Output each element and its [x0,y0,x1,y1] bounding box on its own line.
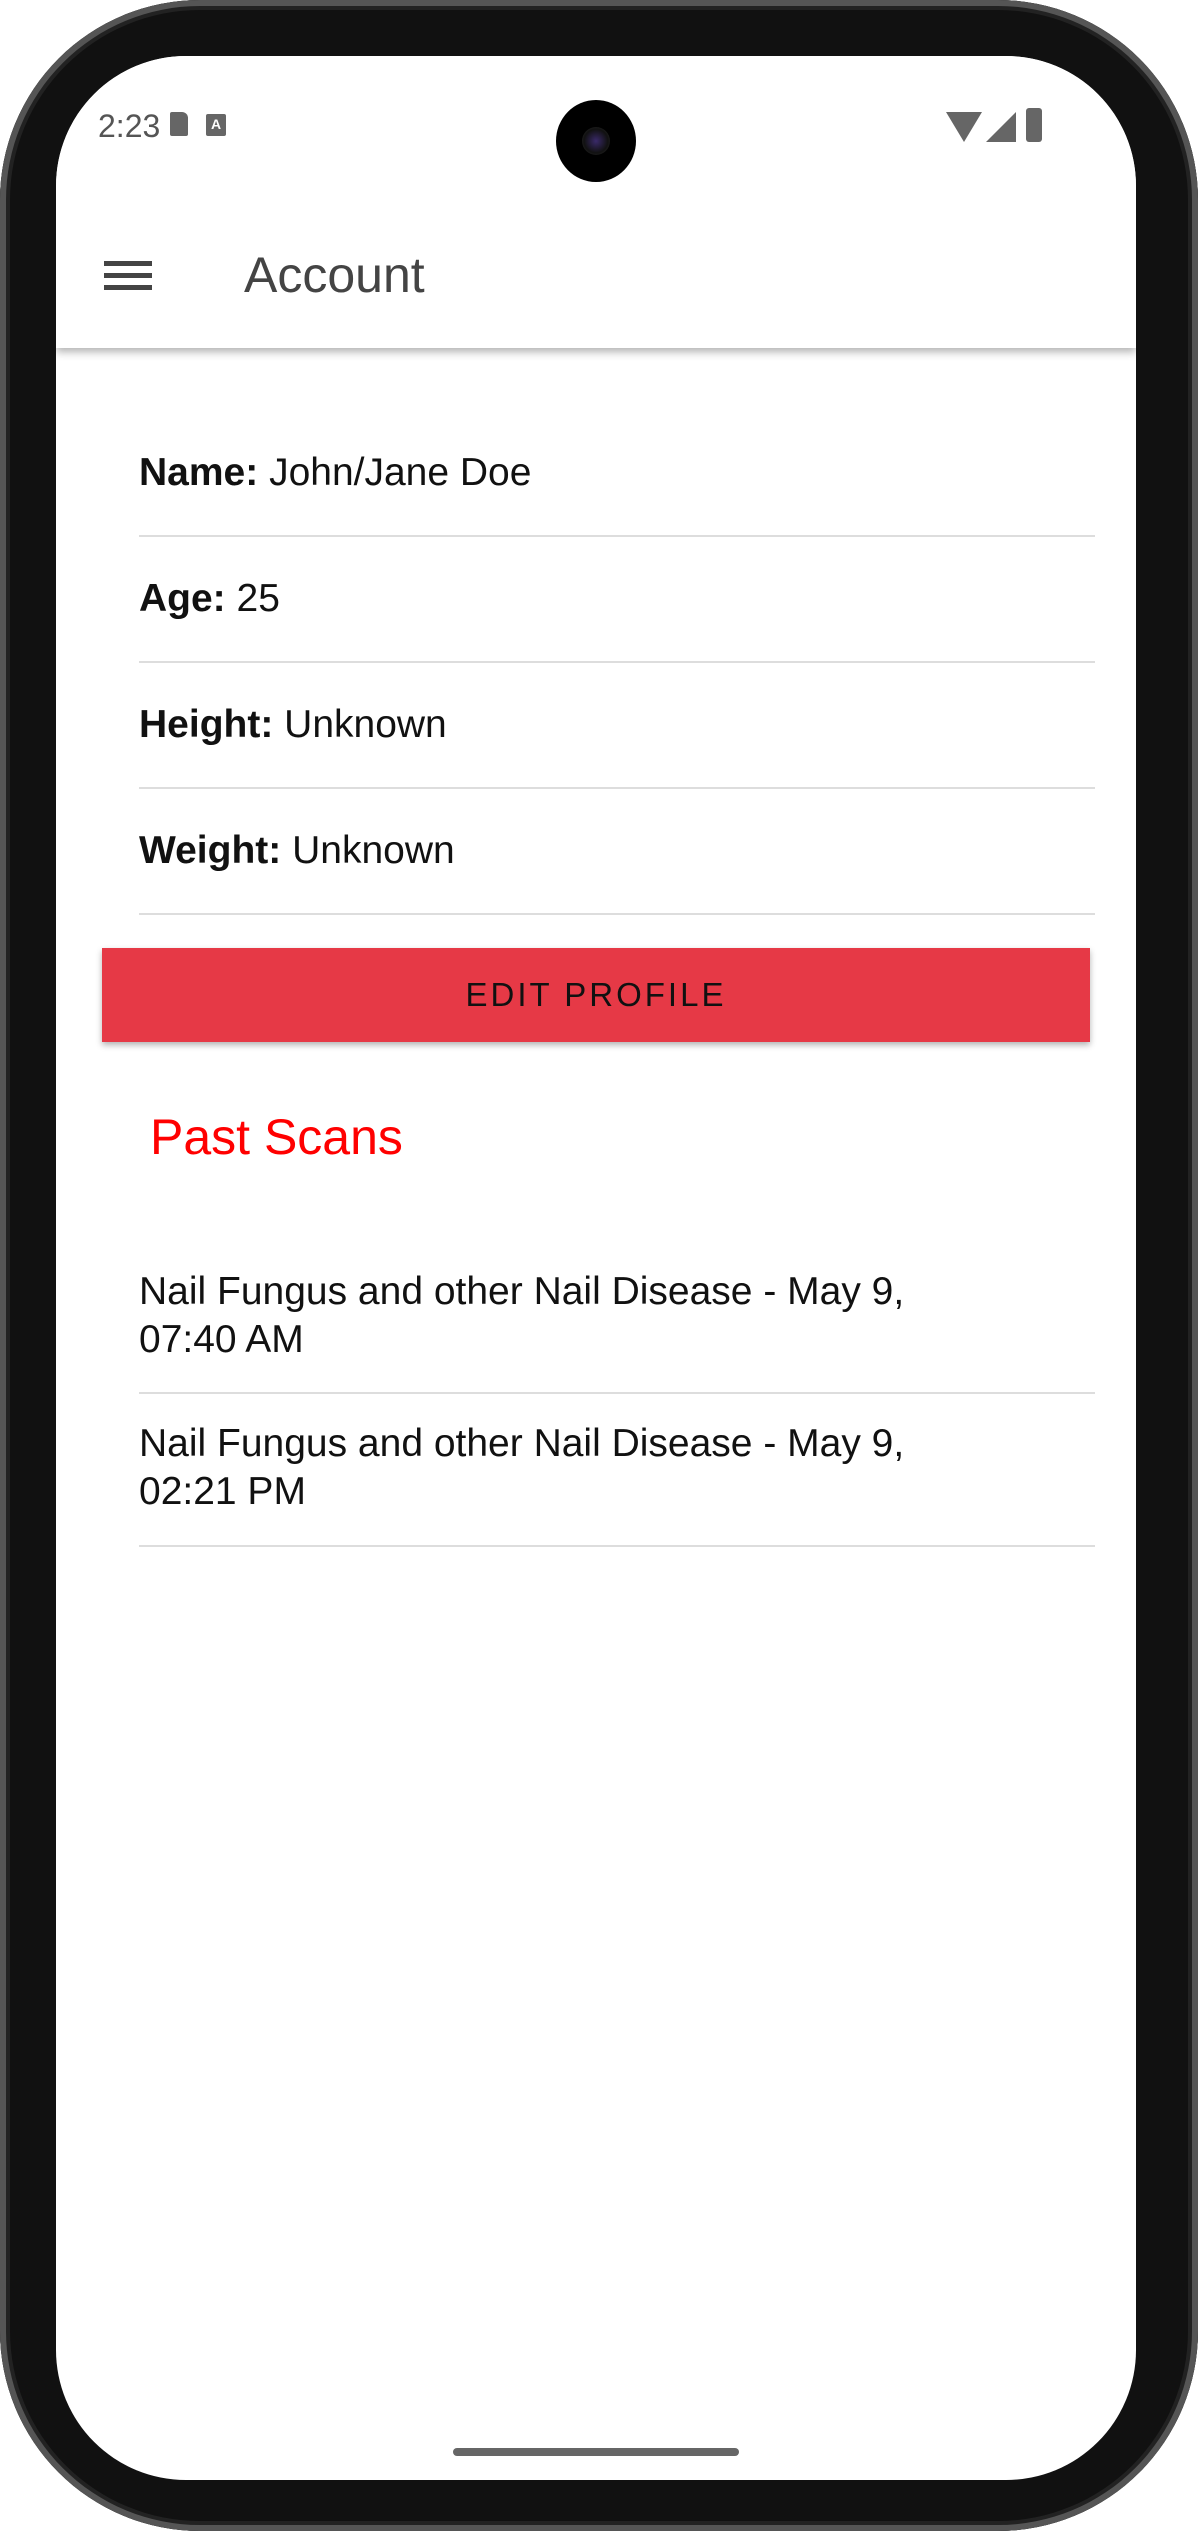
field-value: John/Jane Doe [269,451,532,494]
field-label: Height: [139,703,274,746]
scan-time: 02:21 PM [139,1470,306,1513]
scan-list-item[interactable]: Nail Fungus and other Nail Disease - May… [139,1268,1095,1364]
field-value: Unknown [284,703,447,746]
divider [139,535,1095,537]
scan-time: 07:40 AM [139,1318,304,1361]
scan-title: Nail Fungus and other Nail Disease - May… [139,1270,905,1313]
screen: 2:23 A Account Name: John/Jane Doe Age: … [56,56,1136,2480]
edit-profile-button[interactable]: EDIT PROFILE [102,948,1090,1042]
wifi-icon [946,112,982,142]
divider [139,787,1095,789]
hamburger-menu-icon[interactable] [104,261,152,291]
text-a-icon: A [206,114,226,136]
scan-list-item[interactable]: Nail Fungus and other Nail Disease - May… [139,1420,1095,1516]
signal-icon [986,112,1016,142]
profile-age-row: Age: 25 [139,568,1095,630]
divider [139,913,1095,915]
past-scans-heading: Past Scans [150,1109,403,1165]
page-title: Account [244,247,425,303]
divider [139,1545,1095,1547]
field-label: Name: [139,451,259,494]
sd-card-icon [170,112,188,136]
front-camera [556,100,636,182]
field-label: Weight: [139,829,282,872]
divider [139,1392,1095,1394]
battery-icon [1026,108,1042,142]
home-indicator[interactable] [453,2448,739,2456]
field-label: Age: [139,577,226,620]
profile-height-row: Height: Unknown [139,694,1095,756]
profile-name-row: Name: John/Jane Doe [139,442,1095,504]
app-bar: 2:23 A Account [56,56,1136,348]
divider [139,661,1095,663]
scan-title: Nail Fungus and other Nail Disease - May… [139,1422,905,1465]
field-value: 25 [236,577,280,620]
profile-weight-row: Weight: Unknown [139,820,1095,882]
status-time: 2:23 [98,108,161,144]
field-value: Unknown [292,829,455,872]
